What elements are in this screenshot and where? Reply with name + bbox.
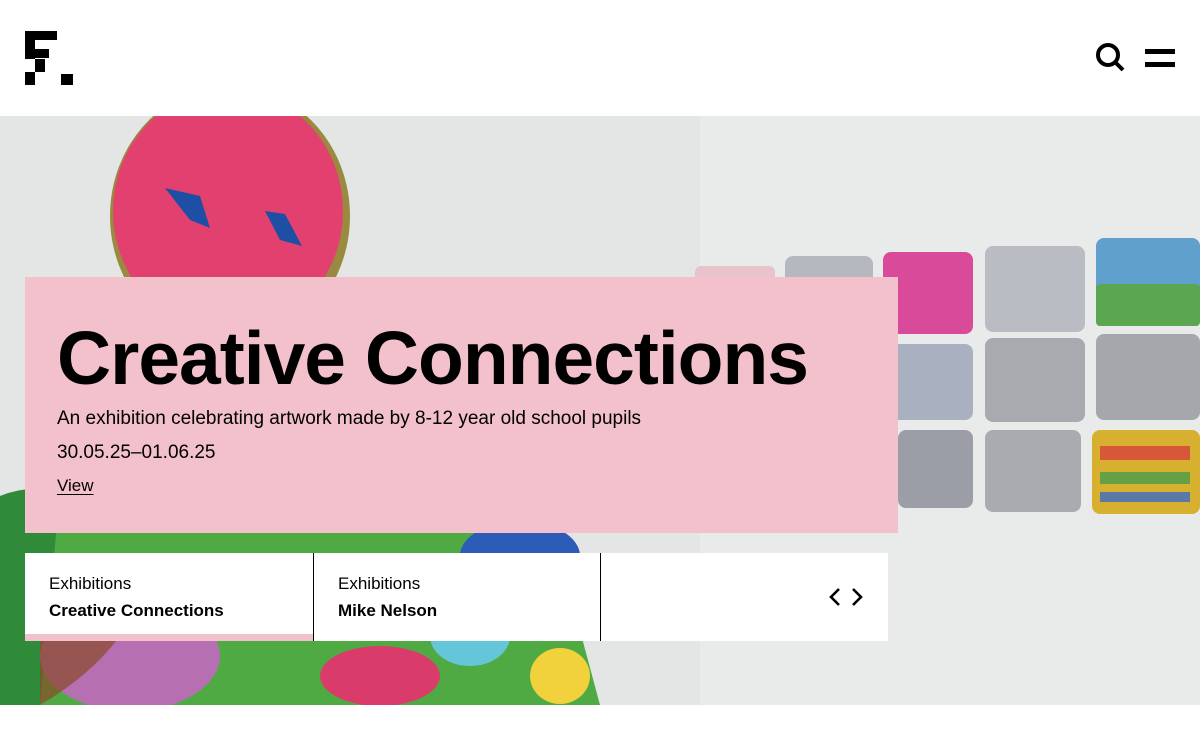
carousel-controls bbox=[601, 553, 888, 641]
hero-banner: Creative Connections An exhibition celeb… bbox=[0, 116, 1200, 705]
view-exhibition-link[interactable]: View bbox=[57, 475, 94, 497]
carousel-slide-mike-nelson[interactable]: Exhibitions Mike Nelson bbox=[313, 553, 601, 641]
exhibition-title: Creative Connections bbox=[57, 316, 809, 400]
carousel-slide-creative-connections[interactable]: Exhibitions Creative Connections bbox=[25, 553, 313, 641]
chevron-left-icon[interactable] bbox=[827, 587, 843, 607]
hero-carousel: Exhibitions Creative Connections Exhibit… bbox=[25, 553, 888, 641]
slide-title: Mike Nelson bbox=[338, 601, 438, 620]
chevron-right-icon[interactable] bbox=[849, 587, 865, 607]
hamburger-menu-icon[interactable] bbox=[1145, 48, 1175, 68]
site-header bbox=[0, 0, 1200, 116]
search-icon[interactable] bbox=[1095, 42, 1127, 74]
slide-title: Creative Connections bbox=[49, 601, 224, 620]
exhibition-description: An exhibition celebrating artwork made b… bbox=[57, 408, 642, 429]
exhibition-dates: 30.05.25–01.06.25 bbox=[57, 442, 216, 463]
fact-logo-icon[interactable] bbox=[25, 31, 73, 85]
slide-category: Exhibitions bbox=[338, 574, 421, 593]
slide-progress-bar bbox=[25, 634, 313, 641]
slide-category: Exhibitions bbox=[49, 574, 132, 593]
featured-exhibition-card: Creative Connections An exhibition celeb… bbox=[25, 277, 898, 533]
